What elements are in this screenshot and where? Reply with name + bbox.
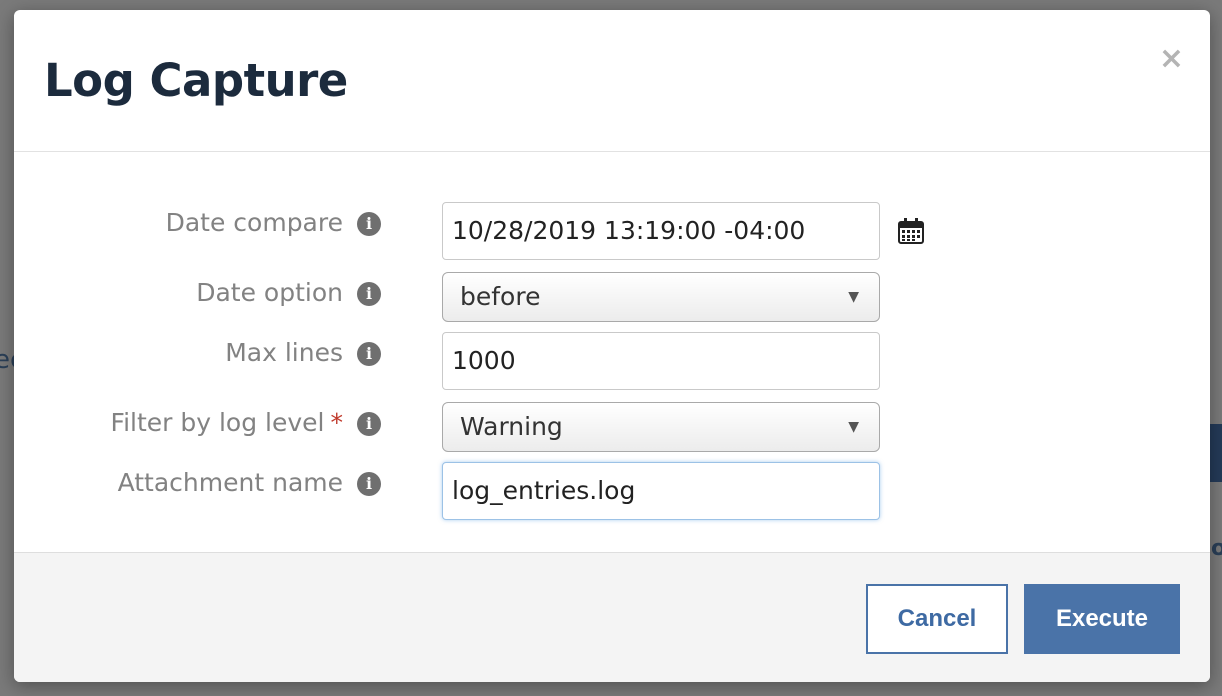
attachment-name-label: Attachment name [117, 468, 343, 497]
form-row-attachment-name: Attachment name i log_entries.log [14, 462, 1210, 522]
info-icon[interactable]: i [357, 212, 381, 236]
background-text-fragment-right: o [1211, 536, 1222, 561]
form-row-date-compare: Date compare i 10/28/2019 13:19:00 -04:0… [14, 202, 1210, 262]
date-option-value: before [460, 282, 541, 311]
form-row-date-option: Date option i before ▼ [14, 272, 1210, 332]
dialog-footer: Cancel Execute [14, 552, 1210, 682]
chevron-down-icon: ▼ [848, 289, 859, 305]
date-compare-label: Date compare [165, 208, 343, 237]
execute-button[interactable]: Execute [1024, 584, 1180, 654]
log-capture-dialog: Log Capture × Date compare i 10/28/2019 … [14, 10, 1210, 682]
log-level-value: Warning [460, 412, 563, 441]
max-lines-label: Max lines [225, 338, 343, 367]
info-icon[interactable]: i [357, 472, 381, 496]
calendar-icon[interactable] [898, 218, 924, 244]
date-option-select[interactable]: before ▼ [442, 272, 880, 322]
dialog-form: Date compare i 10/28/2019 13:19:00 -04:0… [14, 152, 1210, 552]
dialog-header: Log Capture × [14, 10, 1210, 152]
info-icon[interactable]: i [357, 412, 381, 436]
info-icon[interactable]: i [357, 282, 381, 306]
close-icon[interactable]: × [1159, 44, 1184, 74]
date-compare-input[interactable]: 10/28/2019 13:19:00 -04:00 [442, 202, 880, 260]
required-indicator: * [330, 408, 344, 437]
max-lines-input[interactable]: 1000 [442, 332, 880, 390]
attachment-name-input[interactable]: log_entries.log [442, 462, 880, 520]
dialog-title: Log Capture [44, 54, 348, 107]
log-level-label: Filter by log level * [110, 408, 344, 437]
cancel-button[interactable]: Cancel [866, 584, 1008, 654]
chevron-down-icon: ▼ [848, 419, 859, 435]
form-row-log-level: Filter by log level * i Warning ▼ [14, 402, 1210, 462]
info-icon[interactable]: i [357, 342, 381, 366]
log-level-select[interactable]: Warning ▼ [442, 402, 880, 452]
date-option-label: Date option [196, 278, 343, 307]
background-bar [1210, 424, 1222, 482]
form-row-max-lines: Max lines i 1000 [14, 332, 1210, 392]
